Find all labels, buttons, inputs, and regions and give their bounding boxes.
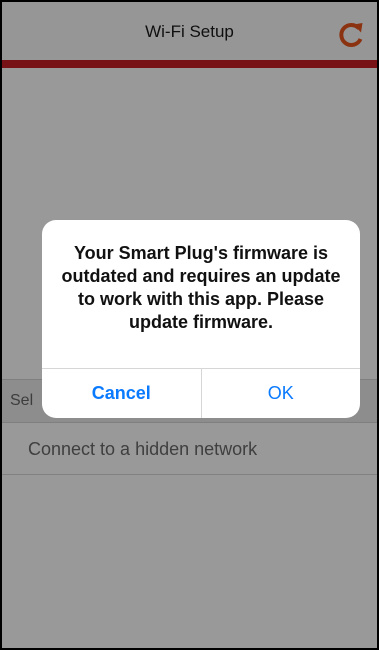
cancel-button[interactable]: Cancel xyxy=(42,369,202,418)
firmware-alert-dialog: Your Smart Plug's firmware is outdated a… xyxy=(42,220,360,418)
alert-message: Your Smart Plug's firmware is outdated a… xyxy=(61,243,341,332)
ok-button[interactable]: OK xyxy=(202,369,361,418)
app-screen: Wi-Fi Setup Sel Connect to a hidden netw… xyxy=(0,0,379,650)
alert-actions: Cancel OK xyxy=(42,368,360,418)
